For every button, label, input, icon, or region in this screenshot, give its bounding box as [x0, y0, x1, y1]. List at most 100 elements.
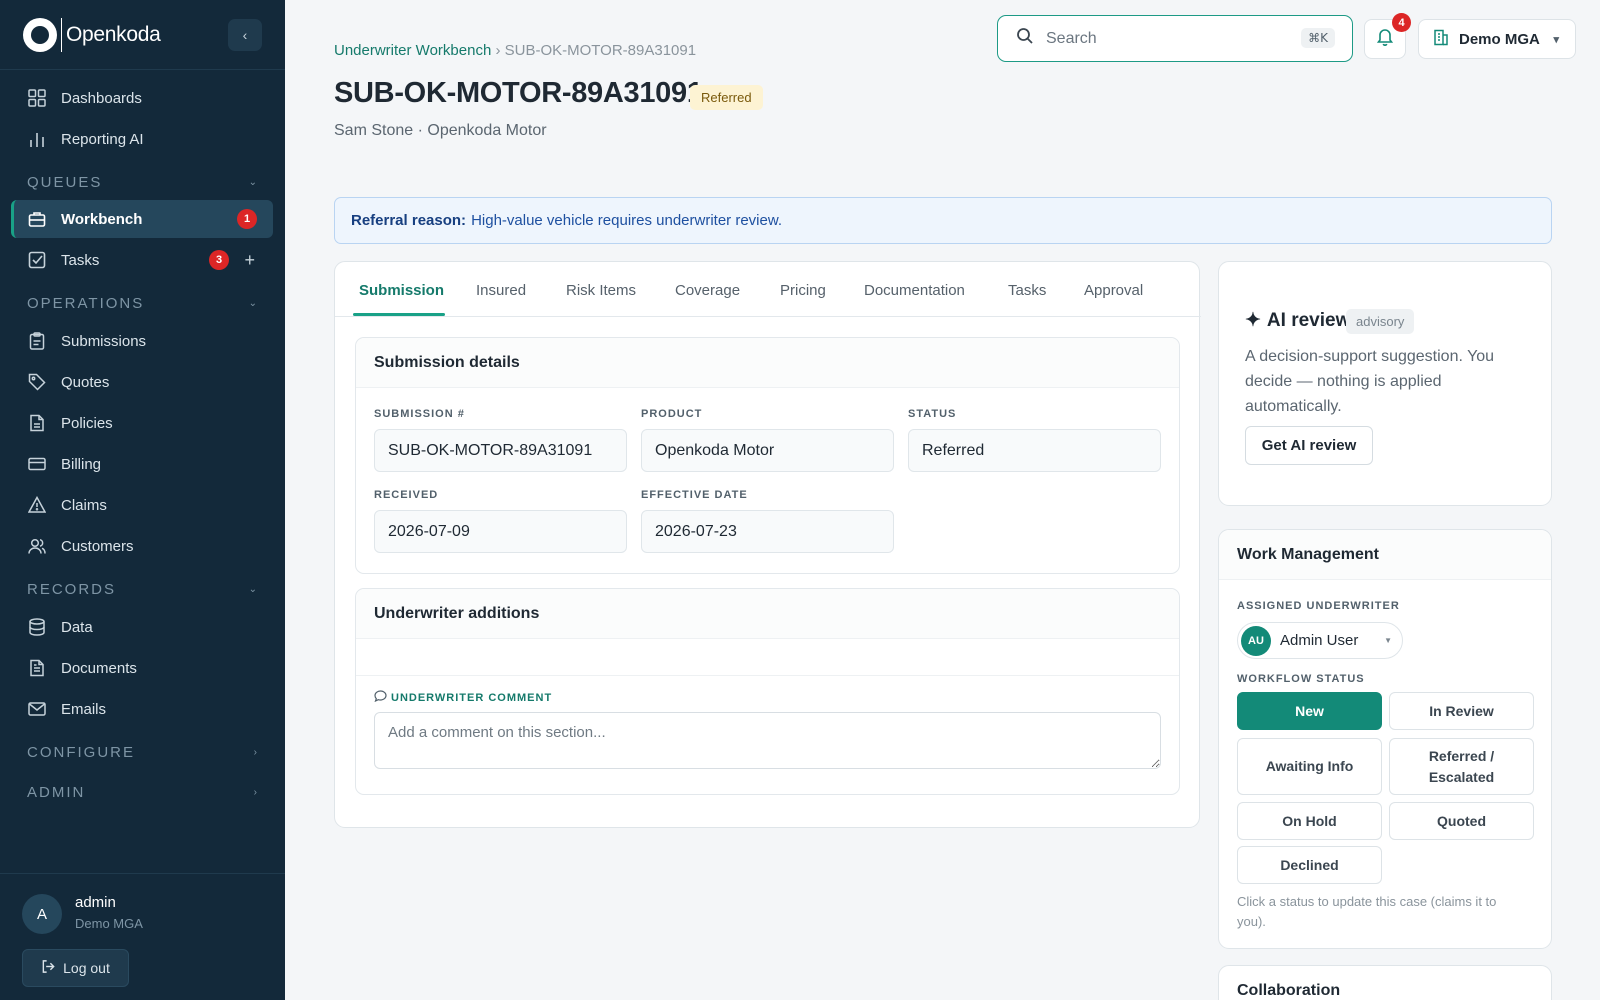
status-quoted-button[interactable]: Quoted	[1389, 802, 1534, 840]
field-label: EFFECTIVE DATE	[641, 489, 748, 501]
submission-number-field[interactable]: SUB-OK-MOTOR-89A31091	[374, 429, 627, 472]
field-label: SUBMISSION #	[374, 408, 465, 420]
briefcase-icon	[27, 209, 47, 229]
underwriter-comment-input[interactable]	[374, 712, 1161, 769]
sidebar-item-label: Policies	[61, 414, 113, 432]
org-name: Demo MGA	[1459, 30, 1540, 48]
status-field[interactable]: Referred	[908, 429, 1161, 472]
active-tab-indicator	[353, 313, 445, 316]
avatar[interactable]: A	[22, 894, 62, 934]
chevron-down-icon: ⌄	[248, 177, 257, 188]
nav-section-records[interactable]: RECORDS ⌄	[27, 581, 257, 598]
sparkle-icon: ✦	[1245, 310, 1261, 331]
sidebar-item-emails[interactable]: Emails	[11, 690, 273, 728]
sidebar-item-policies[interactable]: Policies	[11, 404, 273, 442]
sidebar-item-quotes[interactable]: Quotes	[11, 363, 273, 401]
section-title: Submission details	[356, 338, 1179, 388]
tab-pricing[interactable]: Pricing	[780, 282, 826, 299]
chevron-down-icon: ▾	[1553, 33, 1559, 46]
section-title: Work Management	[1219, 530, 1551, 580]
status-new-button[interactable]: New	[1237, 692, 1382, 730]
logout-icon	[41, 959, 56, 977]
product-field[interactable]: Openkoda Motor	[641, 429, 894, 472]
ai-review-panel: ✦ AI review advisory A decision-support …	[1218, 261, 1552, 506]
add-task-icon[interactable]: +	[244, 250, 255, 271]
brand-name: Openkoda	[66, 22, 161, 46]
sidebar-item-workbench[interactable]: Workbench 1	[11, 200, 273, 238]
assignee-select[interactable]: AU Admin User ▼	[1237, 622, 1403, 659]
user-name: admin	[75, 894, 116, 911]
sidebar-item-label: Emails	[61, 700, 107, 718]
tab-bar: Submission Insured Risk Items Coverage P…	[335, 262, 1201, 317]
speech-bubble-icon	[374, 690, 387, 705]
sidebar-item-label: Submissions	[61, 332, 147, 350]
clipboard-icon	[27, 331, 47, 351]
tab-tasks[interactable]: Tasks	[1008, 282, 1046, 299]
warning-icon	[27, 495, 47, 515]
referral-text: High-value vehicle requires underwriter …	[471, 212, 783, 229]
nav-section-admin[interactable]: ADMIN ›	[27, 784, 257, 801]
logout-button[interactable]: Log out	[22, 949, 129, 987]
status-in-review-button[interactable]: In Review	[1389, 692, 1534, 730]
search-input[interactable]	[1046, 29, 1276, 48]
tab-submission[interactable]: Submission	[359, 282, 444, 299]
status-awaiting-info-button[interactable]: Awaiting Info	[1237, 738, 1382, 795]
grid-icon	[27, 88, 47, 108]
sidebar-item-dashboards[interactable]: Dashboards	[11, 79, 273, 117]
breadcrumb-link[interactable]: Underwriter Workbench	[334, 42, 491, 59]
sidebar-item-label: Documents	[61, 659, 137, 677]
document-icon	[27, 658, 47, 678]
nav-section-configure[interactable]: CONFIGURE ›	[27, 744, 257, 761]
search-box[interactable]: ⌘K	[997, 15, 1353, 62]
sidebar-item-label: Workbench	[61, 210, 143, 228]
chevron-left-icon: ‹	[242, 27, 248, 43]
status-hint: Click a status to update this case (clai…	[1237, 894, 1497, 929]
sidebar-item-data[interactable]: Data	[11, 608, 273, 646]
status-declined-button[interactable]: Declined	[1237, 846, 1382, 884]
org-switcher[interactable]: Demo MGA ▾	[1418, 19, 1576, 59]
workflow-status-label: WORKFLOW STATUS	[1237, 673, 1365, 685]
sidebar-item-submissions[interactable]: Submissions	[11, 322, 273, 360]
tab-documentation[interactable]: Documentation	[864, 282, 965, 299]
field-label: RECEIVED	[374, 489, 439, 501]
sidebar-item-label: Dashboards	[61, 89, 142, 107]
tab-risk-items[interactable]: Risk Items	[566, 282, 636, 299]
sidebar-item-reporting-ai[interactable]: Reporting AI	[11, 120, 273, 158]
checkbox-icon	[27, 250, 47, 270]
sidebar-item-billing[interactable]: Billing	[11, 445, 273, 483]
users-icon	[27, 536, 47, 556]
ai-review-description: A decision-support suggestion. You decid…	[1245, 348, 1495, 415]
status-on-hold-button[interactable]: On Hold	[1237, 802, 1382, 840]
get-ai-review-button[interactable]: Get AI review	[1245, 426, 1373, 465]
tab-approval[interactable]: Approval	[1084, 282, 1143, 299]
chevron-right-icon: ›	[253, 747, 257, 758]
user-org: Demo MGA	[75, 916, 143, 931]
referral-banner: Referral reason: High-value vehicle requ…	[334, 197, 1552, 244]
nav-section-operations[interactable]: OPERATIONS ⌄	[27, 295, 257, 312]
status-referred-escalated-button[interactable]: Referred / Escalated	[1389, 738, 1534, 795]
effective-date-field[interactable]: 2026-07-23	[641, 510, 894, 553]
tasks-count-badge: 3	[209, 250, 229, 270]
sidebar-item-claims[interactable]: Claims	[11, 486, 273, 524]
tab-insured[interactable]: Insured	[476, 282, 526, 299]
sidebar-item-tasks[interactable]: Tasks 3 +	[11, 241, 273, 279]
nav-section-queues[interactable]: QUEUES ⌄	[27, 174, 257, 191]
submission-details-section: Submission details SUBMISSION # SUB-OK-M…	[355, 337, 1180, 574]
status-badge: Referred	[690, 85, 763, 110]
breadcrumb: Underwriter Workbench › SUB-OK-MOTOR-89A…	[334, 42, 697, 59]
page-subtitle: Sam Stone · Openkoda Motor	[334, 122, 547, 139]
collapse-sidebar-button[interactable]: ‹	[228, 19, 262, 51]
bell-icon	[1376, 27, 1394, 51]
bar-chart-icon	[27, 129, 47, 149]
submission-card: Submission Insured Risk Items Coverage P…	[334, 261, 1201, 828]
notifications-count-badge: 4	[1392, 13, 1411, 32]
sidebar-item-documents[interactable]: Documents	[11, 649, 273, 687]
breadcrumb-current: SUB-OK-MOTOR-89A31091	[504, 42, 697, 59]
file-icon	[27, 413, 47, 433]
received-date-field[interactable]: 2026-07-09	[374, 510, 627, 553]
workbench-count-badge: 1	[237, 209, 257, 229]
sidebar-item-customers[interactable]: Customers	[11, 527, 273, 565]
tab-coverage[interactable]: Coverage	[675, 282, 740, 299]
sidebar-item-label: Reporting AI	[61, 130, 144, 148]
search-shortcut: ⌘K	[1301, 28, 1335, 48]
